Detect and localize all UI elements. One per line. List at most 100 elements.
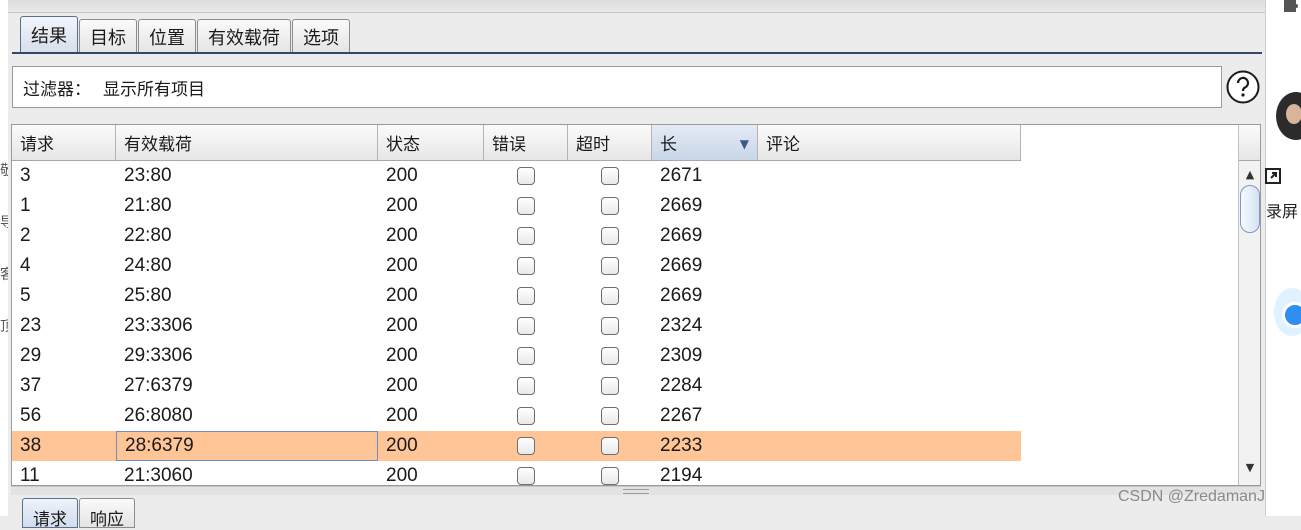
tab-request[interactable]: 请求	[22, 498, 78, 530]
table-row[interactable]: 29 29:3306 200 2309	[12, 341, 1021, 371]
cell-payload: 21:3060	[124, 465, 193, 486]
page-left-strip: 敬 导 客 顶	[0, 0, 14, 516]
error-checkbox[interactable]	[517, 167, 535, 185]
cell-error	[484, 341, 568, 371]
cell-status: 200	[386, 255, 418, 276]
tab-underline	[12, 52, 1262, 54]
column-header-timeout[interactable]: 超时	[568, 125, 652, 160]
table-row[interactable]: 1 21:80 200 2669	[12, 191, 1021, 221]
tab-options[interactable]: 选项	[292, 19, 350, 53]
column-header-request[interactable]: 请求	[12, 125, 116, 160]
cell-payload: 22:80	[124, 225, 172, 246]
cell-length: 2267	[660, 405, 703, 426]
cell-length: 2194	[660, 465, 703, 486]
cell-length: 2233	[660, 435, 703, 456]
vertical-scrollbar[interactable]: ▲ ▼	[1238, 125, 1260, 485]
column-header-length-label: 长	[660, 135, 677, 155]
error-checkbox[interactable]	[517, 287, 535, 305]
table-row[interactable]: 11 21:3060 200 2194	[12, 461, 1021, 486]
timeout-checkbox[interactable]	[601, 257, 619, 275]
cell-timeout	[568, 191, 652, 221]
split-pane-divider[interactable]	[11, 486, 1261, 495]
cell-length: 2669	[660, 255, 703, 276]
timeout-checkbox[interactable]	[601, 287, 619, 305]
cell-status: 200	[386, 315, 418, 336]
column-header-error[interactable]: 错误	[484, 125, 568, 160]
cell-error	[484, 461, 568, 485]
cell-timeout	[568, 311, 652, 341]
error-checkbox[interactable]	[517, 197, 535, 215]
table-row[interactable]: 37 27:6379 200 2284	[12, 371, 1021, 401]
column-header-payload[interactable]: 有效载荷	[116, 125, 378, 160]
tab-payloads[interactable]: 有效载荷	[197, 19, 291, 53]
column-header-comment[interactable]: 评论	[758, 125, 1021, 160]
filter-bar[interactable]: 过滤器： 显示所有项目	[12, 66, 1222, 108]
cell-request: 3	[20, 165, 31, 186]
table-row[interactable]: 38 28:6379 200 2233	[12, 431, 1021, 461]
error-checkbox[interactable]	[517, 227, 535, 245]
sort-descending-icon: ▼	[739, 137, 749, 151]
error-checkbox[interactable]	[517, 467, 535, 485]
cell-timeout	[568, 341, 652, 371]
cell-payload: 23:3306	[124, 315, 193, 336]
help-icon[interactable]	[1226, 70, 1260, 104]
browser-side-panel	[1265, 0, 1301, 516]
table-row[interactable]: 23 23:3306 200 2324	[12, 311, 1021, 341]
timeout-checkbox[interactable]	[601, 437, 619, 455]
expand-icon[interactable]	[1265, 168, 1281, 184]
cell-status: 200	[386, 195, 418, 216]
error-checkbox[interactable]	[517, 317, 535, 335]
timeout-checkbox[interactable]	[601, 347, 619, 365]
error-checkbox[interactable]	[517, 407, 535, 425]
cell-comment	[758, 431, 1021, 461]
cell-status: 200	[386, 465, 418, 486]
timeout-checkbox[interactable]	[601, 227, 619, 245]
cell-timeout	[568, 251, 652, 281]
cell-error	[484, 191, 568, 221]
cell-request: 1	[20, 195, 31, 216]
cell-error	[484, 221, 568, 251]
timeout-checkbox[interactable]	[601, 377, 619, 395]
puzzle-icon[interactable]	[1282, 0, 1300, 12]
timeout-checkbox[interactable]	[601, 317, 619, 335]
scrollbar-thumb[interactable]	[1240, 185, 1260, 233]
tab-positions[interactable]: 位置	[138, 19, 196, 53]
column-header-status[interactable]: 状态	[378, 125, 484, 160]
screen-record-label[interactable]: 录屏	[1266, 198, 1298, 222]
error-checkbox[interactable]	[517, 347, 535, 365]
timeout-checkbox[interactable]	[601, 407, 619, 425]
cell-request: 5	[20, 285, 31, 306]
cell-comment	[758, 461, 1021, 485]
error-checkbox[interactable]	[517, 377, 535, 395]
cell-length: 2309	[660, 345, 703, 366]
cell-payload: 26:8080	[124, 405, 193, 426]
table-row[interactable]: 56 26:8080 200 2267	[12, 401, 1021, 431]
table-row[interactable]: 3 23:80 200 2671	[12, 161, 1021, 191]
error-checkbox[interactable]	[517, 257, 535, 275]
tab-response[interactable]: 响应	[79, 498, 135, 530]
cell-request: 23	[20, 315, 42, 336]
cell-timeout	[568, 461, 652, 485]
error-checkbox[interactable]	[517, 437, 535, 455]
table-row[interactable]: 2 22:80 200 2669	[12, 221, 1021, 251]
message-tabs: 请求 响应	[22, 498, 136, 530]
cell-payload: 29:3306	[124, 345, 193, 366]
cell-request: 38	[20, 435, 42, 456]
scroll-up-icon[interactable]: ▲	[1241, 165, 1259, 183]
timeout-checkbox[interactable]	[601, 197, 619, 215]
cell-payload: 28:6379	[116, 431, 378, 461]
cell-error	[484, 371, 568, 401]
results-table: 请求 有效载荷 状态 错误 超时 长 ▼ 评论 3 23:80 200 2671 1 21…	[11, 124, 1261, 486]
cell-comment	[758, 371, 1021, 401]
tab-results[interactable]: 结果	[20, 16, 78, 53]
tab-target[interactable]: 目标	[79, 19, 137, 53]
timeout-checkbox[interactable]	[601, 167, 619, 185]
timeout-checkbox[interactable]	[601, 467, 619, 485]
cell-payload: 24:80	[124, 255, 172, 276]
table-row[interactable]: 5 25:80 200 2669	[12, 281, 1021, 311]
column-header-length[interactable]: 长 ▼	[652, 125, 758, 160]
main-tabs: 结果 目标 位置 有效载荷 选项	[20, 16, 351, 53]
scrollbar-corner	[1239, 125, 1260, 161]
scroll-down-icon[interactable]: ▼	[1241, 458, 1259, 476]
table-row[interactable]: 4 24:80 200 2669	[12, 251, 1021, 281]
